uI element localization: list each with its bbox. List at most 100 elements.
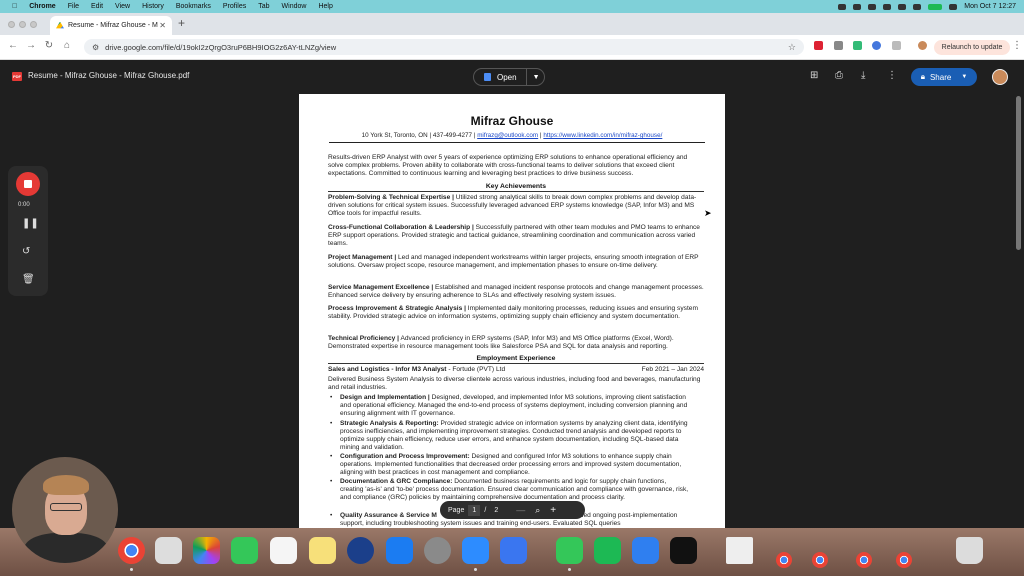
achievement-title: Process Improvement & Strategic Analysis…	[328, 305, 466, 312]
forward-icon[interactable]: →	[24, 40, 38, 51]
address-bar[interactable]: ⚙ drive.google.com/file/d/19okI2zQrgO3ru…	[84, 39, 804, 55]
mail-app-icon[interactable]	[632, 537, 659, 564]
chevron-down-icon[interactable]: ▼	[961, 74, 967, 80]
apple-icon[interactable]: 	[12, 3, 17, 10]
menu-window[interactable]: Window	[282, 3, 307, 10]
chrome-app-shortcut-icon[interactable]	[776, 552, 792, 568]
account-avatar[interactable]	[992, 69, 1008, 85]
extension-icon[interactable]	[834, 41, 843, 50]
tab-drive-resume[interactable]: Resume - Mifraz Ghouse - M ✕	[50, 16, 172, 35]
extension-icon[interactable]	[853, 41, 862, 50]
add-comment-icon[interactable]: ⊞	[810, 70, 818, 81]
chrome-app-shortcut-icon[interactable]	[896, 552, 912, 568]
open-label: Open	[497, 72, 517, 82]
job-bullet: Configuration and Process Improvement: D…	[330, 453, 690, 477]
mouse-cursor-icon: ➤	[704, 208, 712, 218]
pdf-page: Mifraz Ghouse 10 York St, Toronto, ON | …	[299, 94, 725, 528]
status-tray-icon[interactable]	[898, 3, 907, 10]
new-tab-button[interactable]: +	[178, 16, 185, 30]
stop-recording-button[interactable]	[16, 172, 40, 196]
status-tray-icon[interactable]	[883, 3, 892, 10]
system-settings-icon[interactable]	[424, 537, 451, 564]
status-tray-icon[interactable]	[853, 3, 862, 10]
back-icon[interactable]: ←	[6, 40, 20, 51]
close-tab-icon[interactable]: ✕	[159, 21, 166, 30]
menu-edit[interactable]: Edit	[91, 3, 103, 10]
share-button[interactable]: 🔒︎ Share ▼	[911, 68, 977, 86]
menu-help[interactable]: Help	[318, 3, 332, 10]
page-number-input[interactable]: 1	[468, 504, 481, 516]
notes-app-icon[interactable]	[309, 537, 336, 564]
signal-app-icon[interactable]	[500, 537, 527, 564]
achievement-title: Technical Proficiency |	[328, 335, 399, 342]
open-with-button[interactable]: Open ▼	[473, 68, 545, 86]
chrome-app-icon[interactable]	[118, 537, 145, 564]
chrome-menu-icon[interactable]: ⋮	[1012, 40, 1022, 51]
zoom-in-icon[interactable]: +	[550, 505, 556, 516]
launchpad-app-icon[interactable]	[155, 537, 182, 564]
menu-history[interactable]: History	[142, 3, 164, 10]
menu-chrome[interactable]: Chrome	[29, 3, 55, 10]
download-icon[interactable]: ⤓	[861, 70, 865, 81]
teamviewer-app-icon[interactable]	[347, 537, 374, 564]
numbers-app-icon[interactable]	[594, 537, 621, 564]
wifi-icon[interactable]	[913, 3, 922, 10]
extension-icon[interactable]	[814, 41, 823, 50]
pdf-file-icon: PDF	[12, 72, 22, 81]
status-tray-icon[interactable]	[868, 3, 877, 10]
status-tray-icon[interactable]	[838, 3, 847, 10]
menu-view[interactable]: View	[115, 3, 130, 10]
search-icon[interactable]	[949, 3, 958, 10]
contact-address-phone: 10 York St, Toronto, ON | 437-499-4277 |	[361, 132, 478, 139]
menu-file[interactable]: File	[68, 3, 79, 10]
reload-icon[interactable]: ↻	[42, 40, 56, 51]
more-actions-icon[interactable]: ⋮	[887, 70, 897, 81]
print-icon[interactable]: ⎙	[835, 70, 843, 81]
messages-app-icon[interactable]	[556, 537, 583, 564]
reminders-app-icon[interactable]	[270, 537, 297, 564]
window-zoom-button[interactable]	[30, 21, 37, 28]
email-link[interactable]: mifrazg@outlook.com	[477, 132, 538, 139]
viewer-scrollbar[interactable]	[1016, 96, 1021, 250]
relaunch-to-update-button[interactable]: Relaunch to update	[934, 40, 1010, 55]
zoom-out-icon[interactable]: —	[516, 505, 525, 515]
menu-bookmarks[interactable]: Bookmarks	[176, 3, 211, 10]
capcut-app-icon[interactable]	[670, 537, 697, 564]
chrome-app-shortcut-icon[interactable]	[812, 552, 828, 568]
site-info-icon[interactable]: ⚙	[92, 43, 99, 52]
chevron-down-icon[interactable]: ▼	[533, 74, 540, 81]
bookmark-star-icon[interactable]: ☆	[788, 42, 796, 53]
chrome-app-shortcut-icon[interactable]	[856, 552, 872, 568]
job-summary: Delivered Business System Analysis to di…	[328, 376, 701, 391]
url-text[interactable]: drive.google.com/file/d/19okI2zQrgO3ruP6…	[105, 43, 336, 52]
restart-icon[interactable]: ↺	[22, 246, 30, 257]
webcam-overlay[interactable]	[12, 457, 118, 563]
menu-tab[interactable]: Tab	[258, 3, 269, 10]
pause-icon[interactable]: ❚❚	[22, 218, 39, 229]
window-minimize-button[interactable]	[19, 21, 26, 28]
trash-icon[interactable]: 🗑︎	[22, 274, 35, 285]
app-store-icon[interactable]	[386, 537, 413, 564]
battery-icon[interactable]	[928, 3, 943, 10]
extension-icon[interactable]	[872, 41, 881, 50]
achievement-title: Cross-Functional Collaboration & Leaders…	[328, 224, 474, 231]
achievement-title: Project Management |	[328, 254, 397, 261]
zoom-app-icon[interactable]	[462, 537, 489, 564]
divider	[525, 68, 527, 86]
home-icon[interactable]: ⌂	[60, 40, 74, 51]
job-header: Sales and Logistics - Infor M3 Analyst -…	[328, 366, 704, 373]
bullet-title: Documentation & GRC Compliance:	[340, 478, 453, 485]
browser-toolbar: ← → ↻ ⌂ ⚙ drive.google.com/file/d/19okI2…	[0, 35, 1024, 60]
trash-app-icon[interactable]	[956, 537, 983, 564]
window-close-button[interactable]	[8, 21, 15, 28]
job-bullet: Design and Implementation | Designed, de…	[330, 394, 690, 418]
linkedin-link[interactable]: https://www.linkedin.com/in/mifraz-ghous…	[543, 132, 662, 139]
photos-app-icon[interactable]	[193, 537, 220, 564]
menu-profiles[interactable]: Profiles	[223, 3, 246, 10]
extensions-puzzle-icon[interactable]	[892, 41, 901, 50]
profile-avatar-icon[interactable]	[918, 41, 927, 50]
document-thumbnail-icon[interactable]	[726, 537, 753, 564]
zoom-icon[interactable]: ⌕	[535, 505, 540, 516]
menubar-clock[interactable]: Mon Oct 7 12:27	[964, 3, 1016, 10]
facetime-app-icon[interactable]	[231, 537, 258, 564]
